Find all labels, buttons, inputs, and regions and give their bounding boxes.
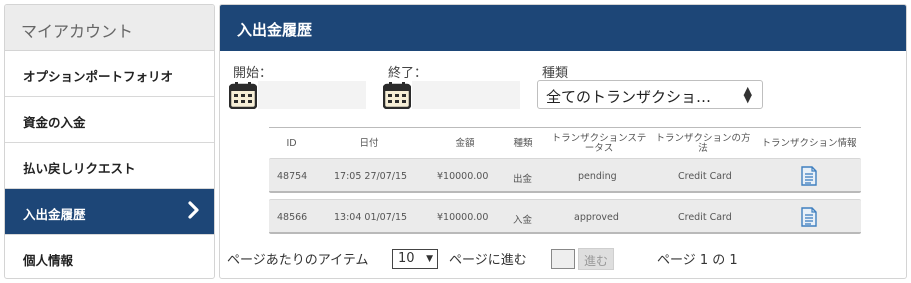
document-icon[interactable] — [801, 166, 817, 186]
column-header-amount: 金額 — [455, 138, 475, 149]
calendar-icon[interactable] — [383, 81, 411, 109]
cell-date: 13:04 01/07/15 — [334, 212, 408, 223]
page-info: ページ 1 の 1 — [657, 253, 738, 268]
column-header-method-line2: 法 — [698, 143, 708, 154]
column-header-type: 種類 — [513, 138, 533, 149]
sidebar-title: マイアカウント — [5, 5, 214, 51]
transaction-type-value: 全てのトランザクショ… — [546, 88, 712, 106]
sidebar-item-label: オプションポートフォリオ — [23, 69, 174, 84]
cell-type: 出金 — [513, 174, 533, 185]
sidebar-item-transaction-history[interactable]: 入出金履歴 — [5, 189, 214, 235]
column-header-info: トランザクション情報 — [761, 138, 857, 149]
cell-id: 48566 — [277, 212, 308, 223]
column-header-date: 日付 — [359, 138, 379, 149]
sidebar-item-label: 入出金履歴 — [23, 207, 86, 222]
cell-status: pending — [578, 171, 617, 182]
end-date-label: 終了： — [388, 66, 428, 81]
items-per-page-select[interactable]: 10 ▼ — [392, 249, 438, 269]
cell-method: Credit Card — [678, 212, 732, 223]
cell-type: 入金 — [513, 215, 533, 226]
sidebar-item-withdrawal-request[interactable]: 払い戻しリクエスト — [5, 143, 214, 189]
account-sidebar: マイアカウント オプションポートフォリオ 資金の入金 払い戻しリクエスト 入出金… — [4, 4, 215, 279]
sidebar-item-label: 資金の入金 — [23, 115, 86, 130]
column-header-status-line2: ータス — [584, 143, 614, 154]
column-header-method: トランザクションの方 法 — [651, 134, 755, 154]
goto-page-input[interactable] — [551, 249, 575, 269]
items-per-page-value: 10 — [398, 251, 415, 266]
select-arrows-icon: ▲ ▼ — [743, 84, 752, 105]
column-header-status: トランザクションステ ータス — [547, 134, 651, 154]
transactions-table-header: ID 日付 金額 種類 トランザクションステ ータス トランザクションの方 法 … — [269, 127, 861, 157]
end-date-input[interactable] — [412, 81, 520, 109]
start-date-label: 開始： — [233, 66, 273, 81]
cell-status: approved — [574, 212, 619, 223]
calendar-icon[interactable] — [229, 81, 257, 109]
column-header-id: ID — [286, 138, 297, 149]
transaction-type-select[interactable]: 全てのトランザクショ… ▲ ▼ — [537, 80, 763, 109]
transaction-history-panel: 入出金履歴 開始： 終了： 種類 全てのトランザクショ… ▲ ▼ ID 日付 金… — [219, 4, 907, 279]
cell-date: 17:05 27/07/15 — [334, 171, 408, 182]
transaction-type-label: 種類 — [542, 66, 569, 81]
sidebar-item-personal-info[interactable]: 個人情報 — [5, 235, 214, 278]
page-title: 入出金履歴 — [220, 5, 906, 51]
dropdown-arrow-icon: ▼ — [426, 254, 433, 264]
cell-id: 48754 — [277, 171, 308, 182]
items-per-page-label: ページあたりのアイテム — [227, 253, 369, 268]
table-row: 48754 17:05 27/07/15 ¥10000.00 出金 pendin… — [269, 158, 861, 193]
cell-amount: ¥10000.00 — [437, 171, 489, 182]
sidebar-item-option-portfolio[interactable]: オプションポートフォリオ — [5, 51, 214, 97]
cell-method: Credit Card — [678, 171, 732, 182]
goto-page-button[interactable]: 進む — [578, 248, 614, 270]
start-date-input[interactable] — [258, 81, 366, 109]
goto-page-label: ページに進む — [449, 253, 527, 268]
cell-amount: ¥10000.00 — [437, 212, 489, 223]
sidebar-item-label: 払い戻しリクエスト — [23, 161, 136, 176]
sidebar-item-label: 個人情報 — [23, 253, 74, 268]
document-icon[interactable] — [801, 207, 817, 227]
sidebar-item-deposit[interactable]: 資金の入金 — [5, 97, 214, 143]
table-row: 48566 13:04 01/07/15 ¥10000.00 入金 approv… — [269, 199, 861, 234]
chevron-right-icon — [188, 201, 199, 219]
